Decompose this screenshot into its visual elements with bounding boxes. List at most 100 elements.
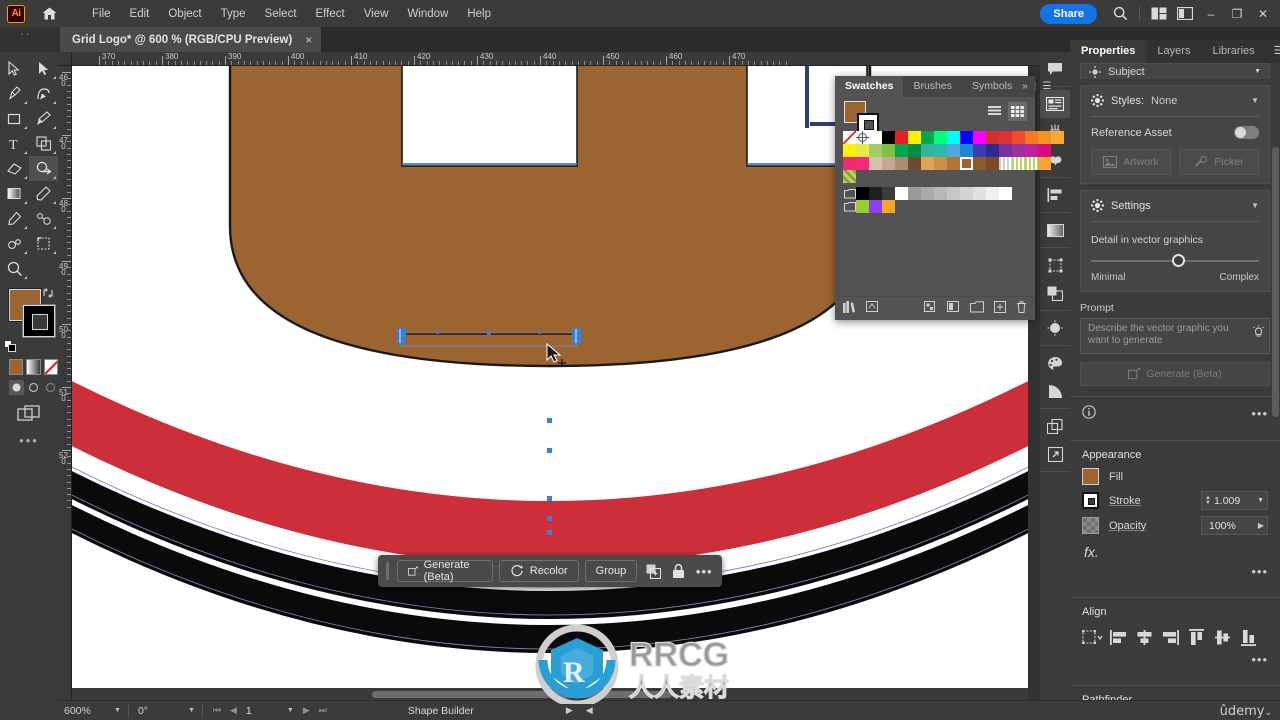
info-icon[interactable] <box>1082 405 1096 422</box>
eyedropper-tool[interactable] <box>0 206 29 231</box>
tab-brushes[interactable]: Brushes <box>903 76 962 97</box>
more-options-icon[interactable]: ••• <box>694 560 714 582</box>
align-top-icon[interactable] <box>1184 626 1208 648</box>
toolbar-drag-grip[interactable] <box>386 562 390 580</box>
swatch[interactable] <box>1038 144 1051 157</box>
share-button[interactable]: Share <box>1040 3 1097 24</box>
panel-layout-icon[interactable] <box>1172 3 1198 25</box>
swatch[interactable] <box>869 144 882 157</box>
pathfinder-panel-icon[interactable] <box>1040 279 1070 307</box>
swatch-none[interactable] <box>843 131 856 144</box>
close-tab-icon[interactable]: × <box>302 33 315 47</box>
swatch[interactable] <box>934 157 947 170</box>
swatch[interactable] <box>908 187 921 200</box>
opacity-field[interactable]: ▶ <box>1201 516 1268 535</box>
document-tab[interactable]: Grid Logo* @ 600 % (RGB/CPU Preview) × <box>60 27 323 52</box>
swap-fill-stroke-icon[interactable] <box>42 287 54 299</box>
group-button[interactable]: Group <box>584 560 638 582</box>
artboard-tool[interactable] <box>29 231 58 256</box>
swatch[interactable] <box>882 144 895 157</box>
color-panel-icon[interactable] <box>1040 349 1070 377</box>
swatch[interactable] <box>973 131 986 144</box>
swatch-pattern[interactable] <box>999 157 1012 170</box>
swatch[interactable] <box>843 157 856 170</box>
duplicate-icon[interactable] <box>643 560 663 582</box>
swatch[interactable] <box>960 187 973 200</box>
chevron-right-icon[interactable]: ▶ <box>1258 521 1264 530</box>
chevron-down-icon[interactable]: ▼ <box>287 707 294 714</box>
swatch[interactable] <box>999 187 1012 200</box>
expand-panel-icon[interactable] <box>1040 440 1070 468</box>
swatch[interactable] <box>999 131 1012 144</box>
appearance-more-icon[interactable]: ••• <box>1070 562 1280 587</box>
zoom-field[interactable]: 600% ▼ <box>58 702 125 720</box>
styles-header[interactable]: Styles: None ▼ <box>1091 94 1259 107</box>
last-artboard-icon[interactable]: ⏭ <box>319 705 327 716</box>
status-next-icon[interactable]: ▶ <box>566 705 573 716</box>
swatch[interactable] <box>895 131 908 144</box>
panel-menu-icon[interactable]: ☰ <box>1042 81 1051 92</box>
blend-tool[interactable] <box>29 206 58 231</box>
layers-panel-icon[interactable] <box>1040 412 1070 440</box>
swatch[interactable] <box>856 144 869 157</box>
swatch-registration[interactable] <box>856 131 869 144</box>
vertical-ruler[interactable]: 460 470 480 490 500 510 520 <box>58 66 72 700</box>
swatch[interactable] <box>895 187 908 200</box>
swatch[interactable] <box>908 157 921 170</box>
current-tool-label[interactable]: Shape Builder <box>408 705 474 717</box>
menu-item-help[interactable]: Help <box>458 4 500 24</box>
swatch[interactable] <box>947 157 960 170</box>
stroke-weight-input[interactable] <box>1213 494 1252 507</box>
swatch[interactable] <box>960 144 973 157</box>
menu-item-file[interactable]: File <box>83 4 120 24</box>
swatch[interactable] <box>1012 131 1025 144</box>
swatch-pattern[interactable] <box>1025 157 1038 170</box>
lock-icon[interactable] <box>669 560 689 582</box>
swatch[interactable] <box>1025 144 1038 157</box>
swatch[interactable] <box>947 144 960 157</box>
fill-row[interactable]: Fill <box>1070 465 1280 488</box>
swatch[interactable] <box>1038 157 1051 170</box>
swatch[interactable] <box>882 200 895 213</box>
close-button[interactable]: ✕ <box>1250 3 1276 25</box>
swatch[interactable] <box>921 144 934 157</box>
swatch[interactable] <box>869 157 882 170</box>
swatch[interactable] <box>986 157 999 170</box>
chevron-down-icon[interactable]: ▼ <box>188 707 195 714</box>
align-to-selection-icon[interactable] <box>1080 626 1104 648</box>
swatch[interactable] <box>973 144 986 157</box>
screen-mode-button[interactable] <box>0 405 58 423</box>
artwork-button[interactable]: Artwork <box>1091 149 1171 175</box>
swatch[interactable] <box>1012 144 1025 157</box>
selection-tool[interactable] <box>0 56 29 81</box>
swatch[interactable] <box>921 131 934 144</box>
swatch[interactable] <box>908 131 921 144</box>
tab-symbols[interactable]: Symbols <box>962 76 1022 97</box>
swatch[interactable] <box>973 157 986 170</box>
next-artboard-icon[interactable]: ▶ <box>303 705 310 716</box>
new-swatch-icon[interactable] <box>994 301 1006 316</box>
swatch[interactable] <box>921 187 934 200</box>
opacity-row[interactable]: Opacity ▶ <box>1070 513 1280 538</box>
stroke-row[interactable]: Stroke ▲▼ ▼ <box>1070 488 1280 513</box>
stepper-icon[interactable]: ▲ ▼ <box>1205 495 1211 506</box>
settings-header[interactable]: Settings ▼ <box>1091 199 1259 212</box>
recolor-button[interactable]: Recolor <box>498 560 579 582</box>
subject-row[interactable]: Subject ▼ <box>1080 63 1270 79</box>
swatch[interactable] <box>856 200 869 213</box>
symbol-sprayer-tool[interactable] <box>0 231 29 256</box>
curvature-tool[interactable] <box>29 81 58 106</box>
swatch-libraries-icon[interactable] <box>843 301 856 316</box>
picker-button[interactable]: Picker <box>1179 149 1259 175</box>
swatch[interactable] <box>973 187 986 200</box>
toolbar-more-icon[interactable]: ••• <box>0 433 58 448</box>
menu-item-view[interactable]: View <box>355 4 398 24</box>
artboard-number[interactable]: 1 <box>246 705 278 717</box>
swatch[interactable] <box>869 200 882 213</box>
grid-view-icon[interactable] <box>1008 102 1027 121</box>
eraser-tool[interactable] <box>0 156 29 181</box>
show-swatch-kinds-icon[interactable] <box>924 301 937 316</box>
swatch[interactable] <box>908 144 921 157</box>
swatch[interactable] <box>999 144 1012 157</box>
minimize-button[interactable]: – <box>1198 3 1224 25</box>
